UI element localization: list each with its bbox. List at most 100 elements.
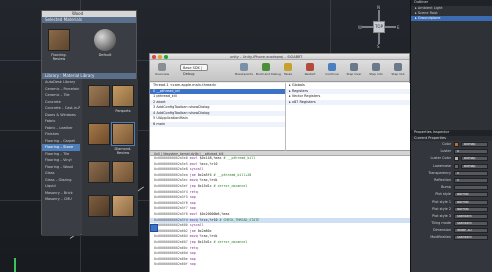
material-thumb-flooring[interactable]	[48, 29, 70, 51]
compass-e-label: E	[397, 25, 400, 30]
property-label: Color	[442, 142, 451, 146]
breakpoints-button[interactable]: Breakpoints	[234, 63, 254, 76]
asm-address: 0x00000000002a5f4	[154, 189, 190, 194]
overview-button[interactable]: Overview	[152, 63, 172, 76]
property-row: Dimension Width 2D	[411, 227, 492, 234]
property-color-swatch[interactable]	[454, 156, 459, 162]
restart-button[interactable]: Restart	[300, 63, 320, 76]
zoom-button[interactable]	[164, 55, 168, 59]
property-label: Plot style 2	[432, 206, 451, 211]
properties-list: Color Bitmap Luster 0 Luster Color Bitmap Lowe…	[411, 141, 492, 242]
step-over-icon	[350, 63, 358, 71]
variable-row[interactable]: ▸ x87 Registers	[286, 99, 411, 105]
asm-row[interactable]: 0x00000000002a60f nop	[150, 262, 411, 268]
asm-opcode: movq	[189, 234, 200, 239]
property-value[interactable]: 0	[454, 170, 488, 176]
material-swatch[interactable]	[112, 161, 134, 183]
materials-search-field[interactable]: Wood	[72, 11, 83, 17]
material-swatch[interactable]	[112, 195, 134, 217]
property-value[interactable]: Bitmap	[461, 156, 488, 162]
step-into-button[interactable]: Step Into	[366, 63, 386, 76]
step-into-icon	[372, 63, 380, 71]
property-row: Luster 0	[411, 148, 492, 155]
materials-titlebar[interactable]: Wood	[42, 11, 136, 17]
material-thumb-default[interactable]	[94, 29, 116, 51]
property-row: Bump	[411, 184, 492, 191]
material-thumb-label: Flooring- Review	[51, 53, 67, 61]
asm-opcode: retq	[189, 245, 198, 250]
debugger-top-pane: Thread-1 <com.apple.main-thread> 0 __pthr…	[150, 83, 411, 151]
property-row: Luster Color Bitmap	[411, 155, 492, 162]
continue-button[interactable]: Continue	[322, 63, 342, 76]
step-over-button[interactable]: Step Over	[344, 63, 364, 76]
material-swatch-selected[interactable]	[111, 122, 135, 146]
asm-address: 0x00000000002a5ef	[154, 183, 190, 188]
property-value[interactable]: 0	[454, 149, 488, 155]
library-category-item[interactable]: Masonry – CMU	[42, 196, 80, 203]
view-compass[interactable]: TOP N S E W	[358, 5, 400, 49]
asm-address: 0x00000000002a5fd	[154, 217, 190, 222]
asm-address: 0x00000000002a5e0	[154, 156, 190, 160]
minimize-button[interactable]	[158, 55, 162, 59]
material-swatch[interactable]	[88, 161, 110, 183]
tasks-button[interactable]: Tasks	[278, 63, 298, 76]
asm-address: 0x00000000002a607	[154, 239, 190, 244]
property-row: Modification Standard	[411, 234, 492, 241]
compass-n-label: N	[377, 5, 380, 10]
thread-list[interactable]: Thread-1 <com.apple.main-thread> 0 __pthr…	[150, 83, 285, 127]
property-row: Lowercase Bitmap	[411, 163, 492, 170]
library-category-list[interactable]: AutoDesk Library Ceramic – Porcelain Ceram…	[42, 79, 80, 236]
compass-s-label: S	[377, 44, 380, 49]
property-value[interactable]: Normal	[454, 199, 488, 205]
outliner-panel: Outliner ▸ Ambient Light ▸ Scene Root ▸ Gr…	[410, 0, 492, 130]
asm-comment: # CHECK_THREAD_STATE	[219, 217, 260, 222]
step-out-button[interactable]: Step Out	[388, 63, 408, 76]
asm-opcode: nop	[189, 256, 196, 261]
outliner-item[interactable]: ▸ Groundplane	[411, 15, 492, 21]
library-category-item[interactable]: Concrete – Cast-in-Pl…	[42, 105, 80, 112]
asm-operands: %rax,%rdi	[199, 234, 218, 239]
asm-operands: 0x2a5f4	[197, 172, 214, 177]
outliner-tree[interactable]: ▸ Ambient Light ▸ Scene Root ▸ Groundplane	[411, 6, 492, 21]
xcode-debugger-window: unity – Unity-iPhone.xcodeproj – SIGABRT…	[149, 53, 411, 272]
asm-operands: %rax,%rdi	[199, 178, 218, 183]
variables-pane[interactable]: ▸ Globals ▸ Registers ▸ Vector Registers ▸ …	[285, 83, 411, 151]
compass-w-label: W	[358, 25, 362, 30]
property-color-swatch[interactable]	[454, 163, 459, 169]
property-row: Reflection 0	[411, 177, 492, 184]
disassembly-pane[interactable]: 0x00000000002a5e0 movl $0x148,%eax # __p…	[150, 156, 411, 272]
property-value[interactable]: Bitmap	[461, 142, 488, 147]
property-value[interactable]: Standard	[454, 221, 488, 227]
material-swatch[interactable]	[112, 85, 134, 107]
build-and-debug-button[interactable]: Build and Debug	[256, 63, 281, 76]
asm-address: 0x00000000002a5e5	[154, 161, 190, 166]
property-value[interactable]: 0	[454, 177, 488, 183]
asm-opcode: jae	[189, 228, 198, 233]
selected-materials-panel: Flooring- Review Default	[42, 23, 136, 73]
property-value[interactable]: Standard	[454, 213, 488, 219]
build-and-debug-icon	[262, 63, 270, 71]
thread-row[interactable]: 6 main	[150, 121, 285, 127]
property-value[interactable]	[454, 185, 488, 191]
property-label: Bump	[441, 185, 451, 190]
close-button[interactable]	[152, 55, 156, 59]
property-color-swatch[interactable]	[454, 142, 459, 147]
property-value[interactable]: Width 2D	[454, 228, 488, 234]
property-value[interactable]: Normal	[454, 192, 488, 198]
property-value[interactable]: Bitmap	[461, 163, 488, 169]
property-value[interactable]: Normal	[454, 206, 488, 212]
property-label: Plot style	[435, 192, 451, 197]
property-row: Transparency 0	[411, 170, 492, 177]
material-swatch[interactable]	[88, 85, 110, 107]
property-value[interactable]: Standard	[454, 235, 488, 241]
material-swatch[interactable]	[88, 195, 110, 217]
asm-address: 0x00000000002a60d	[154, 251, 190, 256]
materials-window: Wood Selected Materials Flooring- Review…	[41, 10, 138, 236]
property-label: Tiling mode	[431, 221, 451, 226]
sdk-configuration-select[interactable]: Base SDK | Debug	[180, 64, 208, 76]
material-swatch[interactable]	[88, 123, 110, 145]
debugger-side-tab[interactable]	[150, 224, 158, 232]
view-cube[interactable]: TOP	[373, 21, 385, 33]
toolbar-label: Build and Debug	[256, 72, 281, 76]
library-category-item[interactable]: AutoDesk Library	[42, 79, 80, 86]
